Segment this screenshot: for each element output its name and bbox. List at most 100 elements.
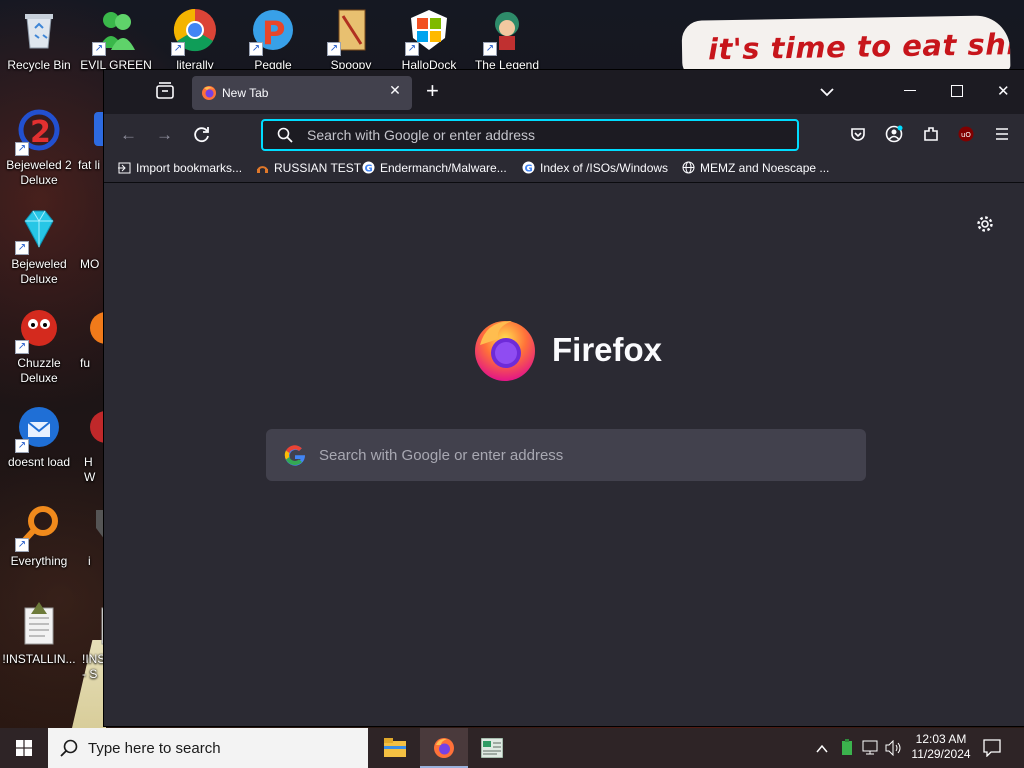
taskbar-app[interactable] bbox=[468, 728, 516, 768]
svg-text:G: G bbox=[525, 164, 533, 175]
desktop-icon-doesnt-load[interactable]: ↗ doesnt load bbox=[2, 405, 76, 470]
shortcut-arrow-icon: ↗ bbox=[15, 142, 29, 156]
tab-new-tab[interactable]: New Tab ✕ bbox=[192, 76, 412, 110]
search-icon bbox=[60, 739, 78, 762]
desktop-icon-ins[interactable]: !INS - S bbox=[66, 602, 106, 682]
desktop-icon-label: Bejeweled 2 Deluxe bbox=[6, 158, 72, 187]
text-file-icon bbox=[84, 602, 106, 646]
minimize-icon[interactable] bbox=[904, 90, 916, 91]
shortcut-arrow-icon: ↗ bbox=[15, 340, 29, 354]
list-tabs-chevron-down-icon[interactable] bbox=[820, 84, 834, 102]
desktop-icon-label: i bbox=[88, 554, 91, 568]
settings-gear-icon[interactable] bbox=[976, 215, 994, 238]
orange-app-icon bbox=[84, 306, 106, 350]
tab-close-icon[interactable]: ✕ bbox=[386, 82, 404, 99]
taskbar-search-box[interactable]: Type here to search bbox=[48, 728, 368, 768]
desktop-icon-label: Recycle Bin bbox=[7, 58, 71, 72]
shortcut-arrow-icon: ↗ bbox=[171, 42, 185, 56]
shortcut-arrow-icon: ↗ bbox=[15, 439, 29, 453]
diamond-icon: ↗ bbox=[15, 207, 61, 255]
red-app-icon bbox=[84, 405, 106, 449]
show-hidden-icons-chevron-up-icon[interactable] bbox=[816, 741, 828, 759]
desktop-icon-hw[interactable]: H W bbox=[66, 405, 106, 485]
desktop-icon-label: Bejeweled Deluxe bbox=[11, 257, 67, 286]
firefox-favicon bbox=[201, 85, 217, 106]
desktop-icon-fat-li[interactable]: fat li bbox=[66, 108, 106, 173]
bookmark-memz[interactable]: MEMZ and Noescape ... bbox=[682, 161, 829, 175]
banner-text: it's time to eat shit bbox=[707, 26, 1011, 67]
maximize-icon[interactable] bbox=[951, 85, 963, 97]
firefox-logo-icon bbox=[475, 321, 535, 381]
recycle-bin-icon bbox=[17, 8, 61, 52]
spoopy-icon: ↗ bbox=[327, 8, 373, 56]
desktop-icon-bejeweled2[interactable]: 2 ↗ Bejeweled 2 Deluxe bbox=[2, 108, 76, 188]
svg-text:uO: uO bbox=[961, 131, 971, 139]
taskbar-file-explorer[interactable] bbox=[371, 728, 419, 768]
ublock-origin-icon[interactable]: uO bbox=[958, 126, 974, 147]
desktop-icon-spoopy[interactable]: ↗ Spoopy bbox=[314, 8, 388, 73]
messenger-people-icon: ↗ bbox=[92, 8, 138, 56]
desktop-icon-literally[interactable]: ↗ literally bbox=[158, 8, 232, 73]
desktop-icon-installing[interactable]: !INSTALLIN... bbox=[2, 602, 76, 667]
account-icon[interactable] bbox=[885, 125, 903, 148]
desktop-icon-the-legend[interactable]: ↗ The Legend bbox=[470, 8, 544, 73]
bookmark-label: Endermanch/Malware... bbox=[380, 161, 507, 175]
desktop-icon-bejeweled[interactable]: ↗ Bejeweled Deluxe bbox=[2, 207, 76, 287]
chrome-icon: ↗ bbox=[171, 8, 217, 56]
clock-date: 11/29/2024 bbox=[911, 747, 971, 761]
bookmark-import[interactable]: Import bookmarks... bbox=[118, 161, 242, 175]
url-bar[interactable]: Search with Google or enter address bbox=[261, 119, 799, 151]
desktop-icon-chuzzle[interactable]: ↗ Chuzzle Deluxe bbox=[2, 306, 76, 386]
bookmarks-toolbar: Import bookmarks... RUSSIAN TEST G Enderm… bbox=[104, 156, 1024, 183]
bookmark-endermanch[interactable]: G Endermanch/Malware... bbox=[362, 161, 507, 175]
unknown-app-icon bbox=[84, 207, 106, 251]
firefox-wordmark: Firefox bbox=[552, 331, 663, 368]
desktop-icon-label: Everything bbox=[10, 554, 68, 568]
file-explorer-icon bbox=[384, 738, 406, 757]
bookmark-label: Index of /ISOs/Windows bbox=[540, 161, 669, 175]
desktop-icon-label: H W bbox=[84, 455, 96, 484]
windows-start-icon[interactable] bbox=[16, 740, 32, 761]
bookmark-label: RUSSIAN TEST bbox=[274, 161, 362, 175]
notifications-icon[interactable] bbox=[983, 739, 1001, 762]
network-icon[interactable] bbox=[862, 740, 880, 761]
shortcut-arrow-icon: ↗ bbox=[405, 42, 419, 56]
new-tab-search-box[interactable]: Search with Google or enter address bbox=[266, 429, 866, 481]
desktop-icon-i[interactable]: i bbox=[66, 504, 106, 569]
reload-icon[interactable] bbox=[193, 126, 211, 149]
desktop-icon-fu[interactable]: fu bbox=[66, 306, 106, 371]
google-logo-icon bbox=[283, 443, 307, 472]
tray-app-icon[interactable] bbox=[839, 739, 855, 762]
taskbar-firefox[interactable] bbox=[420, 728, 468, 768]
window-close-icon[interactable]: ✕ bbox=[997, 82, 1010, 100]
hamburger-menu-icon[interactable] bbox=[994, 126, 1010, 147]
text-file-icon bbox=[17, 602, 61, 646]
firefox-window: New Tab ✕ + ✕ ← → Search with Google or … bbox=[104, 70, 1024, 726]
volume-icon[interactable] bbox=[885, 739, 903, 761]
desktop-icon-mo[interactable]: MO bbox=[66, 207, 106, 272]
legend-character-icon: ↗ bbox=[483, 8, 529, 56]
tab-strip: New Tab ✕ + ✕ bbox=[104, 70, 1024, 114]
extensions-puzzle-icon[interactable] bbox=[922, 125, 940, 148]
tab-overview-icon[interactable] bbox=[156, 82, 174, 105]
desktop-icon-hallodock[interactable]: ↗ HalloDock bbox=[392, 8, 466, 73]
headphones-favicon bbox=[256, 161, 269, 174]
shortcut-arrow-icon: ↗ bbox=[15, 538, 29, 552]
desktop-icon-label: doesnt load bbox=[7, 455, 71, 469]
pocket-icon[interactable] bbox=[850, 126, 866, 147]
new-tab-plus-icon[interactable]: + bbox=[426, 80, 439, 102]
bookmark-index-of-isos[interactable]: G Index of /ISOs/Windows bbox=[522, 161, 668, 175]
back-arrow-icon[interactable]: ← bbox=[120, 125, 137, 145]
new-tab-search-placeholder: Search with Google or enter address bbox=[319, 447, 564, 464]
bookmark-label: MEMZ and Noescape ... bbox=[700, 161, 830, 175]
url-bar-placeholder: Search with Google or enter address bbox=[307, 127, 536, 143]
thunderbird-icon: ↗ bbox=[15, 405, 61, 453]
system-clock[interactable]: 12:03 AM 11/29/2024 bbox=[906, 732, 976, 762]
desktop-icon-label: fu bbox=[80, 356, 91, 370]
forward-arrow-icon[interactable]: → bbox=[156, 125, 173, 145]
windows-logo-icon: ↗ bbox=[405, 8, 451, 56]
desktop-icon-recycle-bin[interactable]: Recycle Bin bbox=[2, 8, 76, 73]
desktop-icon-label: !INS - S bbox=[82, 652, 106, 681]
bookmark-russian-test[interactable]: RUSSIAN TEST bbox=[256, 161, 361, 175]
desktop-icon-everything[interactable]: ↗ Everything bbox=[2, 504, 76, 569]
